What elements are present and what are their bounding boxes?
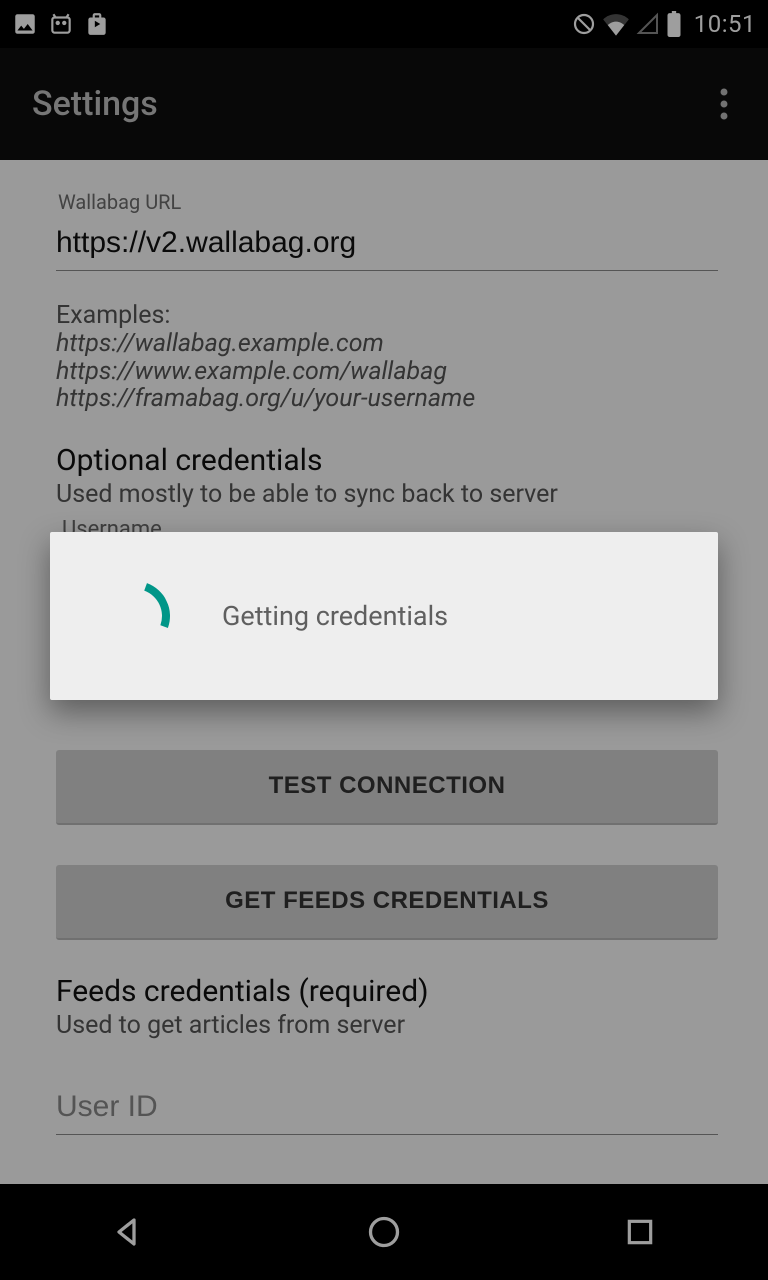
progress-dialog: Getting credentials	[50, 532, 718, 700]
spinner-icon	[100, 581, 170, 651]
dialog-message: Getting credentials	[222, 600, 448, 632]
